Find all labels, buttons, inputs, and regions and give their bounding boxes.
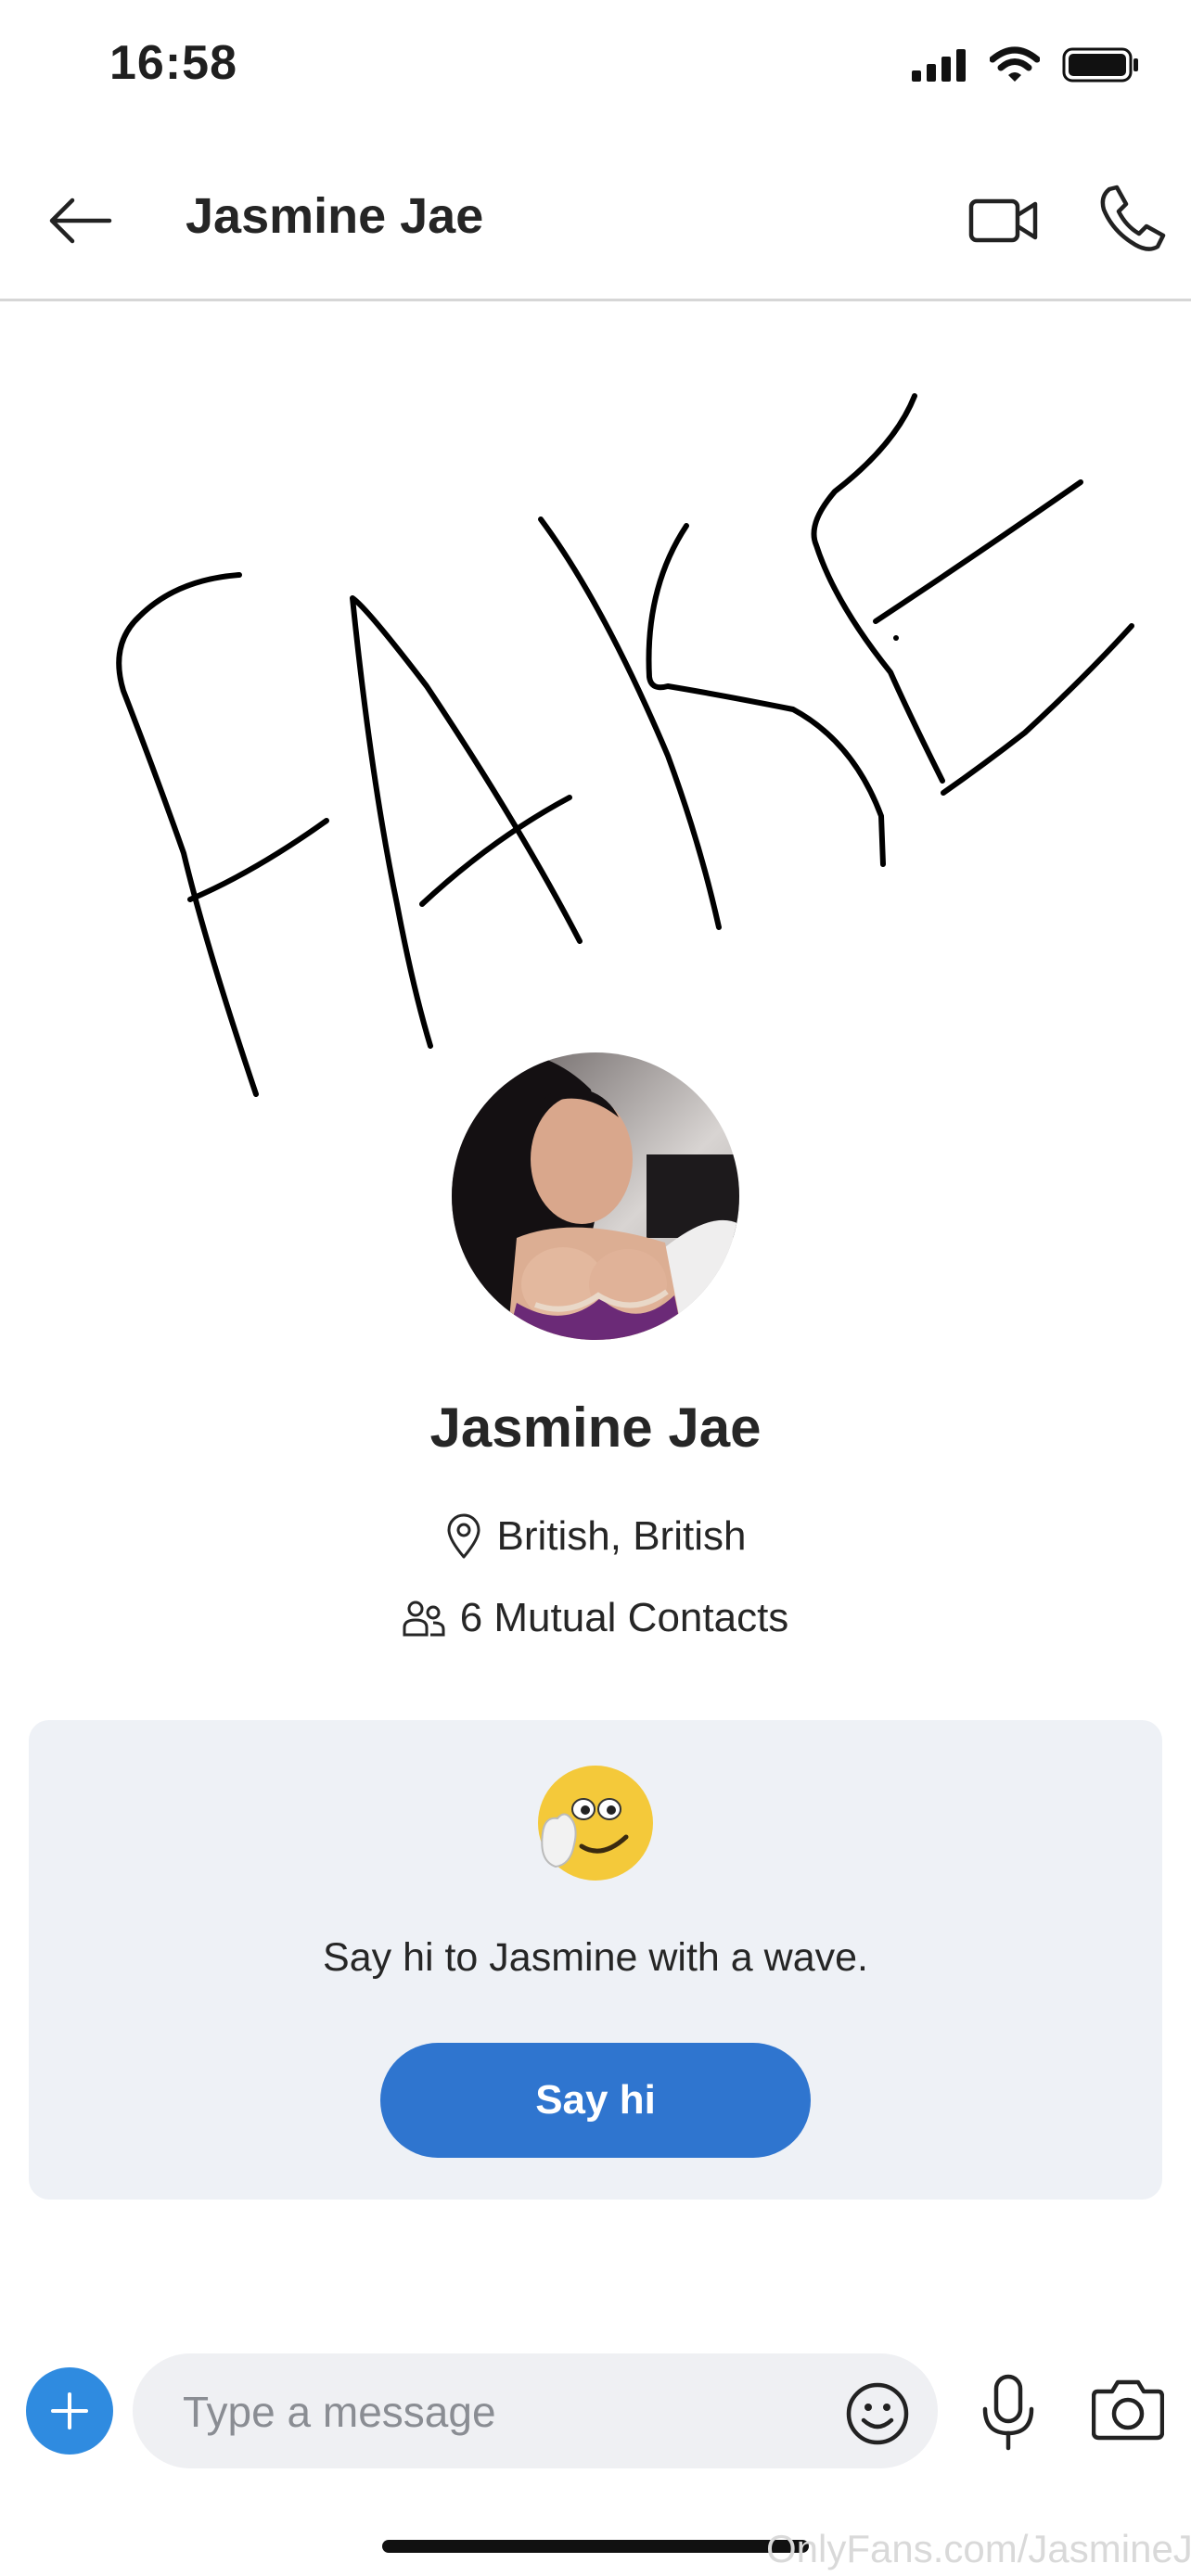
contacts-icon: [403, 1600, 445, 1637]
wave-prompt-text: Say hi to Jasmine with a wave.: [323, 1935, 868, 1980]
profile-name: Jasmine Jae: [429, 1396, 762, 1459]
camera-icon[interactable]: [1092, 2377, 1164, 2442]
back-button[interactable]: [43, 184, 117, 258]
home-indicator[interactable]: [382, 2540, 809, 2553]
wave-card: Say hi to Jasmine with a wave. Say hi: [29, 1720, 1162, 2200]
profile-photo: [452, 1052, 739, 1340]
battery-icon: [1062, 47, 1138, 83]
video-camera-icon: [968, 198, 1038, 243]
location-pin-icon: [447, 1513, 480, 1559]
chat-header: Jasmine Jae: [0, 139, 1191, 301]
mutual-contacts[interactable]: 6 Mutual Contacts: [0, 1595, 1191, 1641]
profile-location: British, British: [0, 1513, 1191, 1560]
emoji-icon[interactable]: [845, 2381, 910, 2446]
mutual-contacts-text: 6 Mutual Contacts: [459, 1595, 789, 1640]
phone-icon: [1100, 185, 1166, 251]
arrow-left-icon: [49, 198, 112, 244]
status-icons: [910, 46, 1140, 83]
add-button[interactable]: [26, 2367, 113, 2455]
microphone-icon[interactable]: [980, 2374, 1036, 2452]
chat-title: Jasmine Jae: [186, 188, 484, 244]
audio-call-button[interactable]: [1096, 180, 1171, 254]
watermark-text: OnlyFans.com/JasmineJae: [766, 2527, 1191, 2570]
video-call-button[interactable]: [967, 184, 1041, 258]
wave-emoji-icon: [538, 1766, 653, 1881]
message-input-container: [133, 2353, 938, 2470]
wifi-icon: [990, 46, 1040, 82]
say-hi-button[interactable]: Say hi: [380, 2043, 811, 2158]
location-text: British, British: [496, 1513, 747, 1559]
status-time: 16:58: [109, 36, 237, 90]
fake-scribble: [116, 393, 1134, 1097]
cellular-signal-icon: [912, 49, 966, 82]
profile-avatar[interactable]: [452, 1052, 739, 1340]
message-input[interactable]: [181, 2353, 778, 2470]
plus-icon: [51, 2392, 88, 2429]
